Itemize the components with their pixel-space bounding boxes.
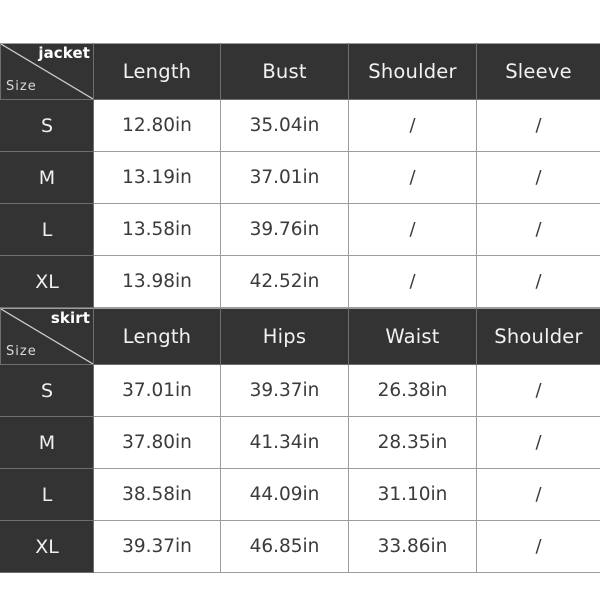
garment-type-label: skirt bbox=[50, 309, 90, 327]
measurement-cell-shoulder: / bbox=[348, 151, 477, 204]
measurement-cell-hips: 39.37in bbox=[220, 364, 349, 417]
size-label-cell: S bbox=[0, 99, 94, 152]
measurement-cell-length: 13.98in bbox=[93, 255, 221, 308]
size-label-cell: S bbox=[0, 364, 94, 417]
table-row: S 37.01in 39.37in 26.38in / bbox=[0, 364, 600, 417]
table-row: XL 13.98in 42.52in / / bbox=[0, 255, 600, 308]
measurement-cell-length: 39.37in bbox=[93, 520, 221, 573]
size-label-cell: XL bbox=[0, 520, 94, 573]
column-header-length: Length bbox=[93, 308, 221, 365]
measurement-cell-shoulder: / bbox=[476, 416, 600, 469]
measurement-cell-shoulder: / bbox=[476, 364, 600, 417]
measurement-cell-bust: 39.76in bbox=[220, 203, 349, 256]
table-row: L 38.58in 44.09in 31.10in / bbox=[0, 468, 600, 521]
measurement-cell-hips: 44.09in bbox=[220, 468, 349, 521]
measurement-cell-waist: 31.10in bbox=[348, 468, 477, 521]
measurement-cell-length: 38.58in bbox=[93, 468, 221, 521]
garment-type-label: jacket bbox=[38, 44, 90, 62]
table-row: M 37.80in 41.34in 28.35in / bbox=[0, 416, 600, 469]
measurement-cell-length: 12.80in bbox=[93, 99, 221, 152]
measurement-cell-shoulder: / bbox=[476, 520, 600, 573]
size-axis-label: Size bbox=[6, 344, 37, 359]
measurement-cell-waist: 33.86in bbox=[348, 520, 477, 573]
measurement-cell-waist: 28.35in bbox=[348, 416, 477, 469]
measurement-cell-bust: 42.52in bbox=[220, 255, 349, 308]
table-row: S 12.80in 35.04in / / bbox=[0, 99, 600, 152]
measurement-cell-length: 37.01in bbox=[93, 364, 221, 417]
column-header-hips: Hips bbox=[220, 308, 349, 365]
size-label-cell: XL bbox=[0, 255, 94, 308]
measurement-cell-hips: 46.85in bbox=[220, 520, 349, 573]
column-header-shoulder: Shoulder bbox=[476, 308, 600, 365]
measurement-cell-shoulder: / bbox=[476, 468, 600, 521]
measurement-cell-bust: 37.01in bbox=[220, 151, 349, 204]
measurement-cell-sleeve: / bbox=[476, 99, 600, 152]
measurement-cell-shoulder: / bbox=[348, 99, 477, 152]
size-label-cell: L bbox=[0, 203, 94, 256]
column-header-length: Length bbox=[93, 43, 221, 100]
measurement-cell-length: 13.19in bbox=[93, 151, 221, 204]
size-axis-label: Size bbox=[6, 79, 37, 94]
measurement-cell-length: 13.58in bbox=[93, 203, 221, 256]
table-row: L 13.58in 39.76in / / bbox=[0, 203, 600, 256]
table-row: XL 39.37in 46.85in 33.86in / bbox=[0, 520, 600, 573]
measurement-cell-sleeve: / bbox=[476, 151, 600, 204]
size-table-skirt: skirt Size Length Hips Waist Shoulder S … bbox=[0, 308, 600, 573]
corner-header-cell: jacket Size bbox=[0, 43, 94, 100]
size-table-jacket: jacket Size Length Bust Shoulder Sleeve … bbox=[0, 43, 600, 308]
table-header-row: jacket Size Length Bust Shoulder Sleeve bbox=[0, 43, 600, 100]
column-header-sleeve: Sleeve bbox=[476, 43, 600, 100]
measurement-cell-sleeve: / bbox=[476, 255, 600, 308]
corner-header-cell: skirt Size bbox=[0, 308, 94, 365]
size-chart-tables: jacket Size Length Bust Shoulder Sleeve … bbox=[0, 43, 600, 573]
size-label-cell: L bbox=[0, 468, 94, 521]
size-label-cell: M bbox=[0, 416, 94, 469]
measurement-cell-length: 37.80in bbox=[93, 416, 221, 469]
column-header-waist: Waist bbox=[348, 308, 477, 365]
measurement-cell-hips: 41.34in bbox=[220, 416, 349, 469]
column-header-shoulder: Shoulder bbox=[348, 43, 477, 100]
table-row: M 13.19in 37.01in / / bbox=[0, 151, 600, 204]
size-label-cell: M bbox=[0, 151, 94, 204]
measurement-cell-sleeve: / bbox=[476, 203, 600, 256]
size-chart-page: jacket Size Length Bust Shoulder Sleeve … bbox=[0, 0, 600, 600]
measurement-cell-waist: 26.38in bbox=[348, 364, 477, 417]
table-header-row: skirt Size Length Hips Waist Shoulder bbox=[0, 308, 600, 365]
measurement-cell-shoulder: / bbox=[348, 255, 477, 308]
column-header-bust: Bust bbox=[220, 43, 349, 100]
measurement-cell-bust: 35.04in bbox=[220, 99, 349, 152]
measurement-cell-shoulder: / bbox=[348, 203, 477, 256]
